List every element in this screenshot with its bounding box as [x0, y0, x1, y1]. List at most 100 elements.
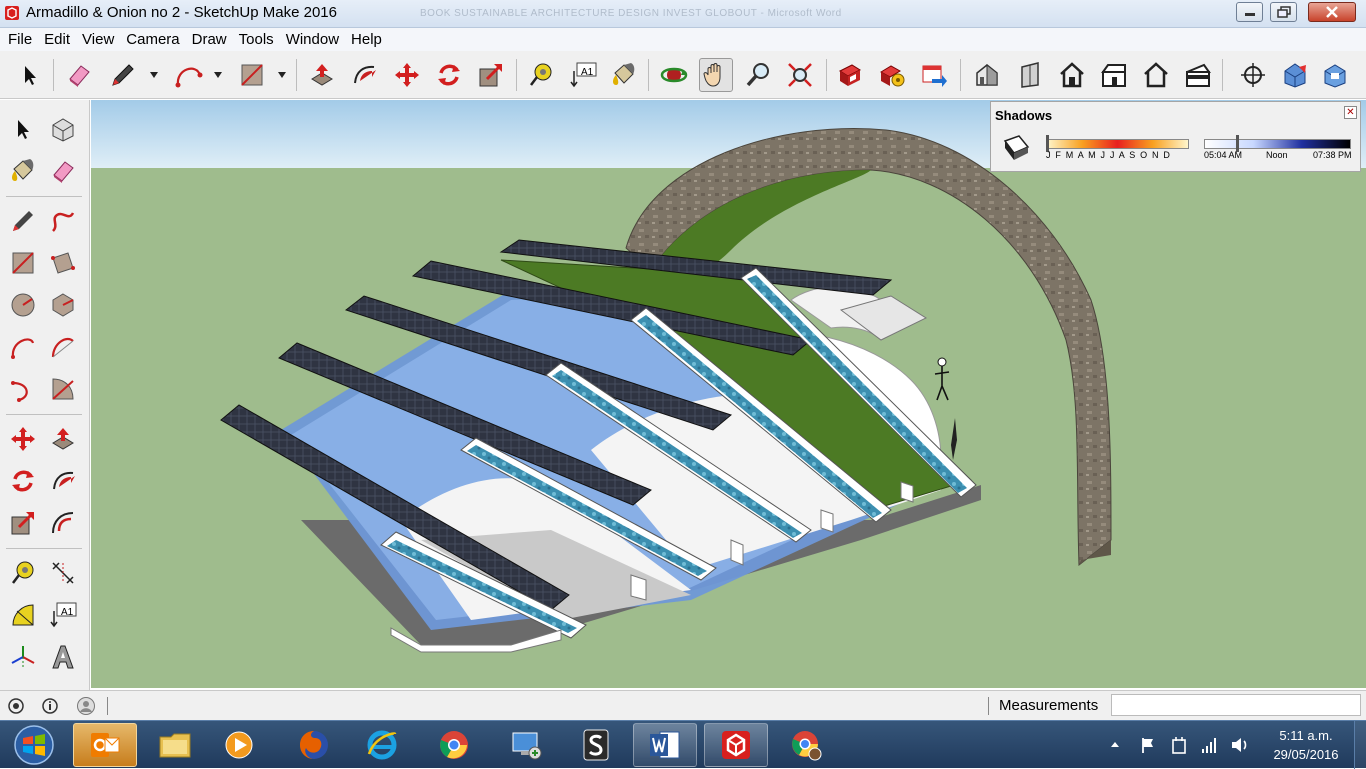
taskbar-internet-explorer[interactable] — [350, 723, 414, 767]
start-button[interactable] — [6, 723, 62, 767]
iso-view-button[interactable] — [970, 58, 1004, 92]
model-viewport[interactable] — [91, 100, 1366, 688]
3d-warehouse-button[interactable] — [833, 58, 867, 92]
zoom-extents-tool-button[interactable] — [783, 58, 817, 92]
left-scale-button[interactable] — [6, 506, 40, 540]
taskbar-media-player[interactable] — [207, 723, 271, 767]
device-icon[interactable] — [1170, 735, 1188, 755]
right-view-button[interactable] — [1097, 58, 1131, 92]
eraser-icon — [69, 65, 90, 87]
tape-measure-tool-button[interactable] — [524, 58, 558, 92]
scale-tool-button[interactable] — [474, 58, 508, 92]
text-tool-button[interactable]: A1 — [566, 58, 600, 92]
menu-window[interactable]: Window — [280, 31, 345, 48]
menu-view[interactable]: View — [76, 31, 120, 48]
left-arc-button[interactable] — [6, 330, 40, 364]
menu-file[interactable]: File — [2, 31, 38, 48]
menu-help[interactable]: Help — [345, 31, 388, 48]
left-follow-me-button[interactable] — [46, 464, 80, 498]
left-3d-text-button[interactable] — [46, 640, 80, 674]
taskbar-remote-desktop[interactable] — [494, 723, 558, 767]
left-pie-button[interactable] — [46, 372, 80, 406]
user-account-icon[interactable] — [76, 696, 96, 716]
position-camera-button[interactable] — [1236, 58, 1270, 92]
left-dimension-button[interactable] — [46, 556, 80, 590]
minimize-button[interactable] — [1236, 2, 1263, 22]
zoom-tool-button[interactable] — [741, 58, 775, 92]
pencil-tool-button[interactable] — [106, 58, 140, 92]
follow-me-icon — [53, 471, 75, 490]
left-paint-bucket-button[interactable] — [6, 154, 40, 188]
back-view-button[interactable] — [1139, 58, 1173, 92]
top-view-button[interactable] — [1013, 58, 1047, 92]
left-text-button[interactable]: A1 — [46, 598, 80, 632]
move-tool-button[interactable] — [390, 58, 424, 92]
taskbar-firefox[interactable] — [282, 723, 346, 767]
taskbar-explorer[interactable] — [143, 723, 207, 767]
eraser-tool-button[interactable] — [62, 58, 96, 92]
shadows-close-button[interactable]: ✕ — [1344, 106, 1357, 119]
left-select-button[interactable] — [6, 112, 40, 146]
left-3point-arc-button[interactable] — [6, 372, 40, 406]
measurements-input[interactable] — [1111, 694, 1361, 716]
shadow-toggle-icon[interactable] — [1001, 133, 1031, 163]
follow-me-tool-button[interactable] — [347, 58, 381, 92]
action-center-flag-icon[interactable] — [1140, 736, 1156, 754]
taskbar-scrivener[interactable] — [564, 723, 628, 767]
taskbar-word[interactable] — [633, 723, 697, 767]
extension-warehouse-button[interactable] — [875, 58, 909, 92]
date-slider[interactable] — [1046, 139, 1189, 149]
pan-tool-button[interactable] — [699, 58, 733, 92]
left-polygon-button[interactable] — [46, 288, 80, 322]
left-circle-button[interactable] — [6, 288, 40, 322]
system-clock[interactable]: 5:11 a.m. 29/05/2016 — [1266, 726, 1346, 764]
show-hidden-icons-icon[interactable] — [1110, 740, 1120, 748]
menu-camera[interactable]: Camera — [120, 31, 185, 48]
section-plane-button[interactable] — [1278, 58, 1312, 92]
time-slider[interactable] — [1204, 139, 1351, 149]
left-tape-measure-button[interactable] — [6, 556, 40, 590]
menu-draw[interactable]: Draw — [186, 31, 233, 48]
rectangle-tool-button[interactable] — [235, 58, 269, 92]
arc-dropdown-icon[interactable] — [213, 71, 223, 79]
select-tool-button[interactable] — [13, 58, 47, 92]
shape-dropdown-icon[interactable] — [277, 71, 287, 79]
left-line-button[interactable] — [6, 204, 40, 238]
left-view-button[interactable] — [1181, 58, 1215, 92]
left-axes-button[interactable] — [6, 640, 40, 674]
maximize-button[interactable] — [1270, 2, 1297, 22]
paint-bucket-tool-button[interactable] — [607, 58, 641, 92]
left-rotate-button[interactable] — [6, 464, 40, 498]
orbit-tool-button[interactable] — [657, 58, 691, 92]
left-freehand-button[interactable] — [46, 204, 80, 238]
left-rotated-rectangle-button[interactable] — [46, 246, 80, 280]
push-pull-tool-button[interactable] — [305, 58, 339, 92]
taskbar-outlook[interactable] — [73, 723, 137, 767]
left-eraser-button[interactable] — [46, 154, 80, 188]
show-desktop-button[interactable] — [1354, 721, 1366, 769]
left-offset-button[interactable] — [46, 506, 80, 540]
rotate-tool-button[interactable] — [432, 58, 466, 92]
credits-icon[interactable] — [41, 697, 59, 715]
display-section-button[interactable] — [1318, 58, 1352, 92]
left-move-button[interactable] — [6, 422, 40, 456]
sketchup-app-icon[interactable] — [4, 5, 20, 21]
pencil-dropdown-icon[interactable] — [149, 71, 159, 79]
menu-edit[interactable]: Edit — [38, 31, 76, 48]
front-view-button[interactable] — [1055, 58, 1089, 92]
arc-tool-button[interactable] — [172, 58, 206, 92]
network-signal-icon[interactable] — [1200, 736, 1218, 754]
taskbar-chrome[interactable] — [422, 723, 486, 767]
close-button[interactable] — [1308, 2, 1356, 22]
left-component-button[interactable] — [46, 112, 80, 146]
volume-icon[interactable] — [1230, 735, 1250, 755]
left-push-pull-button[interactable] — [46, 422, 80, 456]
left-rectangle-button[interactable] — [6, 246, 40, 280]
share-model-button[interactable] — [917, 58, 951, 92]
taskbar-sketchup[interactable] — [704, 723, 768, 767]
taskbar-chrome-profile[interactable] — [774, 723, 838, 767]
left-2point-arc-button[interactable] — [46, 330, 80, 364]
menu-tools[interactable]: Tools — [233, 31, 280, 48]
left-protractor-button[interactable] — [6, 598, 40, 632]
geo-location-icon[interactable] — [7, 697, 25, 715]
